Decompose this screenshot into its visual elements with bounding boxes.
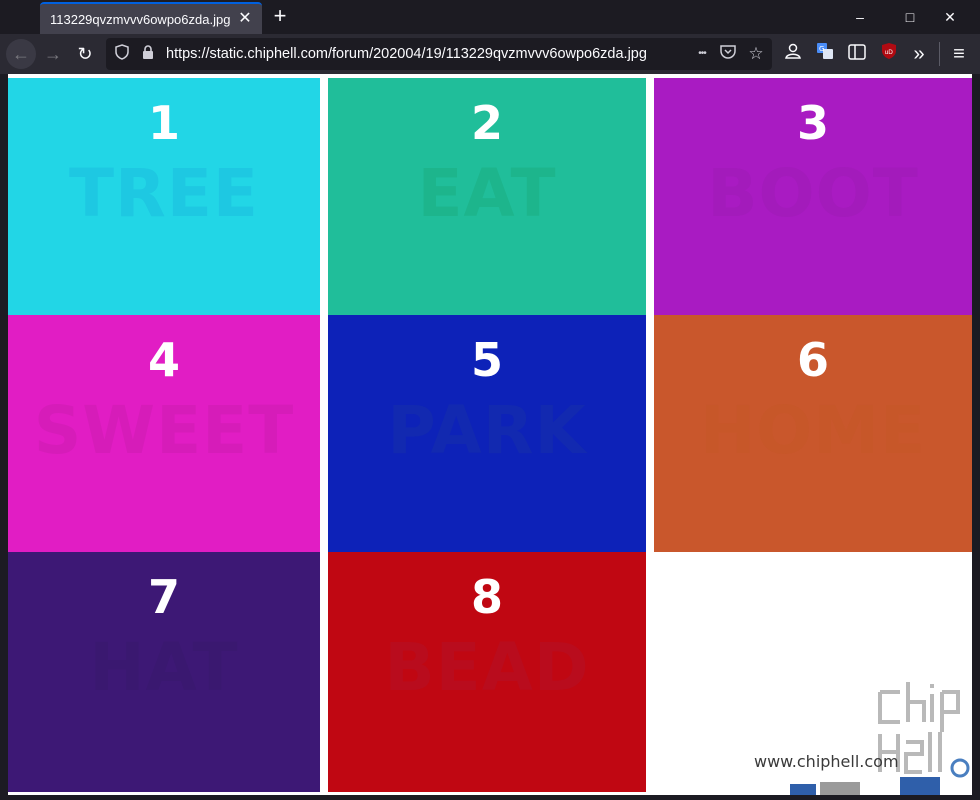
svg-text:G: G <box>819 45 824 53</box>
pocket-icon[interactable] <box>718 44 738 64</box>
back-arrow-icon[interactable]: ← <box>6 39 36 69</box>
card-word: TREE <box>68 155 259 232</box>
card-word: BEAD <box>384 629 590 706</box>
maximize-button[interactable]: □ <box>890 4 930 30</box>
card-6: 6 HOME <box>654 315 972 552</box>
card-number: 5 <box>470 333 503 387</box>
card-1: 1 TREE <box>8 78 320 315</box>
card-number: 3 <box>796 96 829 150</box>
shield-icon[interactable] <box>112 44 132 64</box>
bookmark-star-icon[interactable]: ☆ <box>746 44 766 64</box>
card-2: 2 EAT <box>328 78 646 315</box>
tab-title: 113229qvzmvvv6owpo6zda.jpg <box>50 11 230 27</box>
reload-icon[interactable]: ↻ <box>70 39 100 69</box>
toolbar-separator <box>939 42 940 66</box>
card-word: HOME <box>699 392 927 469</box>
card-word: EAT <box>417 155 557 232</box>
window-close-button[interactable]: ✕ <box>930 4 970 30</box>
url-text: https://static.chiphell.com/forum/202004… <box>166 46 647 62</box>
image-viewer: 1 TREE 2 EAT 3 BOOT 4 SWEET 5 PARK 6 HOM… <box>8 74 972 795</box>
forward-arrow-icon[interactable]: → <box>38 39 68 69</box>
chiphell-watermark: www.chiphell.com <box>750 672 972 795</box>
watermark-text: www.chiphell.com <box>754 752 899 771</box>
card-word: HAT <box>89 629 239 706</box>
translate-icon[interactable]: G <box>810 39 840 69</box>
card-5: 5 PARK <box>328 315 646 552</box>
extension-icon[interactable] <box>778 39 808 69</box>
card-number: 4 <box>147 333 180 387</box>
card-word: PARK <box>387 392 587 469</box>
tab-strip: 113229qvzmvvv6owpo6zda.jpg ✕ + – □ ✕ <box>0 0 980 34</box>
new-tab-button[interactable]: + <box>268 5 292 29</box>
card-4: 4 SWEET <box>8 315 320 552</box>
svg-text:uD: uD <box>885 49 894 56</box>
sidebar-icon[interactable] <box>842 39 872 69</box>
card-number: 1 <box>147 96 180 150</box>
chiphell-logo <box>790 682 970 795</box>
minimize-button[interactable]: – <box>840 4 880 30</box>
page-actions-menu-icon[interactable]: ••• <box>692 44 712 64</box>
card-word: SWEET <box>33 392 295 469</box>
card-number: 8 <box>470 570 503 624</box>
ublock-icon[interactable]: uD <box>874 39 904 69</box>
card-7: 7 HAT <box>8 552 320 792</box>
card-3: 3 BOOT <box>654 78 972 315</box>
card-number: 6 <box>796 333 829 387</box>
card-word: BOOT <box>707 155 919 232</box>
card-8: 8 BEAD <box>328 552 646 792</box>
url-bar[interactable]: https://static.chiphell.com/forum/202004… <box>106 38 772 70</box>
close-icon[interactable]: ✕ <box>236 10 254 28</box>
lock-icon[interactable] <box>138 44 158 64</box>
overflow-menu-icon[interactable]: » <box>904 39 934 69</box>
navigation-bar: ← → ↻ https://static.chiphell.com/forum/… <box>0 34 980 74</box>
card-number: 2 <box>470 96 503 150</box>
hamburger-menu-icon[interactable]: ≡ <box>944 39 974 69</box>
card-number: 7 <box>147 570 180 624</box>
active-tab[interactable]: 113229qvzmvvv6owpo6zda.jpg ✕ <box>40 2 262 34</box>
